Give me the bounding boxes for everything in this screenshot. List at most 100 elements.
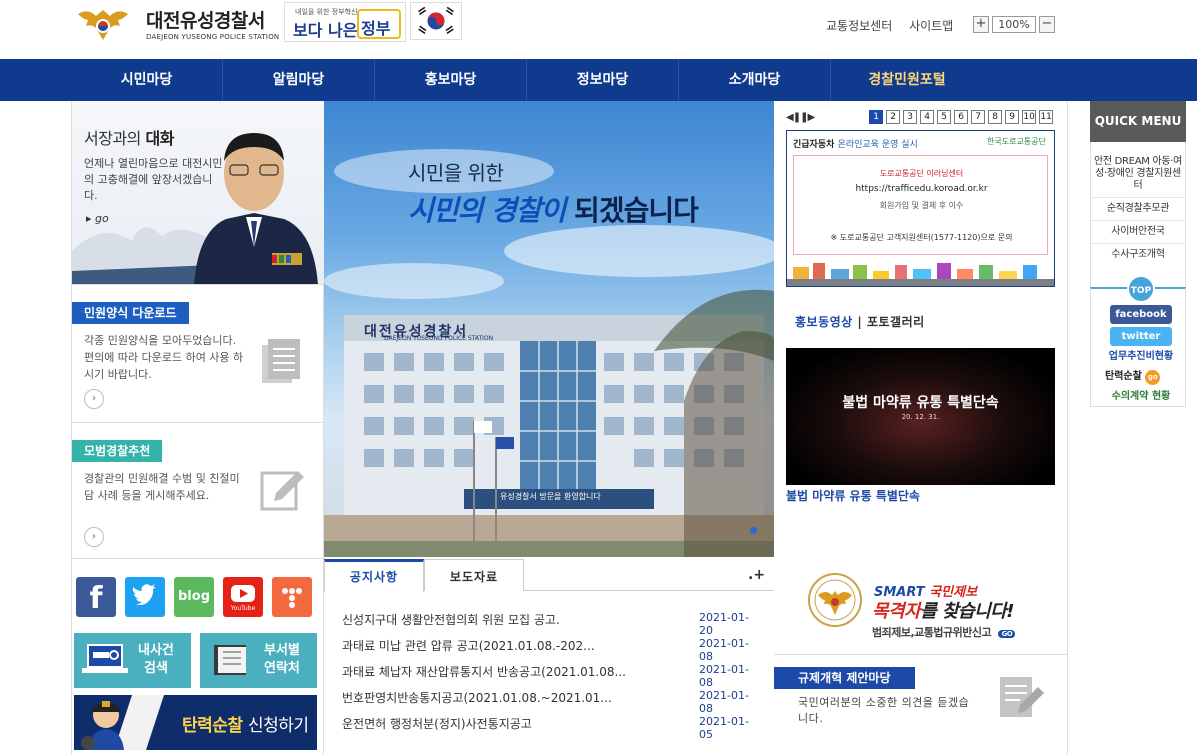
pager-page-7[interactable]: 7 (971, 110, 986, 124)
nav-police-portal[interactable]: 경찰민원포털 (831, 59, 983, 101)
patrol-text-a: 탄력순찰 (182, 716, 243, 736)
nav-information[interactable]: 정보마당 (527, 59, 679, 101)
banner-line-3: 회원가입 및 결제 후 이수 (879, 201, 964, 210)
my-case-search-button[interactable]: 내사건 검색 (74, 633, 191, 688)
quick-item-cyber[interactable]: 사이버안전국 (1091, 221, 1185, 244)
quick-patrol-link[interactable]: 탄력순찰 go (1105, 367, 1179, 386)
facebook-icon[interactable]: f (76, 577, 116, 617)
my-case-label: 내사건 검색 (138, 642, 174, 678)
zoom-in-button[interactable]: + (973, 16, 989, 33)
notice-row[interactable]: 신성지구대 생활안전협의회 위원 모집 공고. 2021-01-20 (332, 611, 762, 637)
pager-page-3[interactable]: 3 (903, 110, 918, 124)
tab-notice[interactable]: 공지사항 (324, 559, 424, 592)
pager-controls[interactable]: ◀❚❚▶ (786, 112, 815, 123)
notice-row[interactable]: 과태료 미납 관련 압류 공고(2021.01.08.-202... 2021-0… (332, 637, 762, 663)
quick-expense-link[interactable]: 업무추진비현황 (1099, 347, 1183, 366)
hero-banner[interactable]: 대전유성경찰서 DAEJEON YUSEONG POLICE STATION 유… (324, 101, 774, 557)
notice-row[interactable]: 과태료 체납자 재산압류통지서 반송공고(2021.01.08... 2021-0… (332, 663, 762, 689)
slide-indicator[interactable] (750, 527, 757, 534)
pager-page-11[interactable]: 11 (1039, 110, 1054, 124)
gov-word: 정부 (361, 19, 391, 38)
tab-press-release[interactable]: 보도자료 (424, 559, 524, 591)
model-police-more-button[interactable]: › (84, 527, 104, 547)
notice-title[interactable]: 운전면허 행정처분(정지)사전통지공고 (342, 715, 642, 732)
sitemap-link[interactable]: 사이트맵 (909, 19, 953, 33)
gov-innovation-banner[interactable]: 내일을 위한 정부혁신 보다 나은 정부 (284, 2, 406, 42)
smart-witness-banner[interactable]: SMART 국민제보 목격자를 찾습니다! 범죄제보,교통법규위반신고 GO (774, 559, 1068, 655)
traffic-info-link[interactable]: 교통정보센터 (826, 19, 892, 33)
gov-tagline: 내일을 위한 정부혁신 (295, 8, 358, 16)
notice-title[interactable]: 과태료 미납 관련 압류 공고(2021.01.08.-202... (342, 637, 642, 654)
zoom-out-button[interactable]: − (1039, 16, 1055, 33)
media-tab-separator: | (857, 315, 863, 329)
notice-title[interactable]: 신성지구대 생활안전협의회 위원 모집 공고. (342, 611, 642, 628)
youtube-icon[interactable]: YouTube (223, 577, 263, 617)
notice-title[interactable]: 과태료 체납자 재산압류통지서 반송공고(2021.01.08... (342, 663, 642, 680)
flexible-patrol-banner[interactable]: 탄력순찰 신청하기 (74, 695, 317, 750)
site-title[interactable]: 대전유성경찰서 (146, 6, 265, 33)
dept-contact-button[interactable]: 부서별 연락처 (200, 633, 317, 688)
pager-page-10[interactable]: 10 (1022, 110, 1037, 124)
top-links: 교통정보센터 사이트맵 (826, 17, 966, 34)
forms-description: 각종 민원양식을 모아두었습니다. 편의에 따라 다운로드 하여 사용 하시기 … (84, 334, 244, 381)
korean-flag-icon[interactable] (410, 2, 462, 40)
chief-dialogue-box[interactable]: 서장과의 대화 언제나 열린마음으로 대전시민의 고충해결에 앞장서겠습니다. … (72, 101, 325, 285)
regulation-reform-box[interactable]: 규제개혁 제안마당 국민여러분의 소중한 의견을 듣겠습니다. (774, 655, 1068, 755)
forms-more-button[interactable]: › (84, 389, 104, 409)
pager-page-5[interactable]: 5 (937, 110, 952, 124)
quick-item-safe-dream[interactable]: 안전 DREAM 아동·여성·장애인 경찰지원센터 (1091, 142, 1185, 198)
notice-tabs: 공지사항 보도자료 .+ (324, 559, 774, 592)
popup-banner[interactable]: 긴급자동차 온라인교육 운영 실시 한국도로교통공단 도로교통공단 이러닝센터 … (786, 130, 1055, 287)
patrol-text: 탄력순찰 신청하기 (182, 711, 309, 736)
nav-citizen[interactable]: 시민마당 (71, 59, 223, 101)
witness-go-button[interactable]: GO (998, 630, 1016, 638)
nav-notice[interactable]: 알림마당 (223, 59, 375, 101)
quick-contract-link[interactable]: 수의계약 현황 (1099, 387, 1183, 406)
pager-page-8[interactable]: 8 (988, 110, 1003, 124)
model-police-tab[interactable]: 모범경찰추천 (72, 440, 163, 462)
chief-go-link[interactable]: ▸ go (86, 212, 109, 225)
hero-headline-1: 시민을 위한 (408, 161, 504, 185)
pager-page-6[interactable]: 6 (954, 110, 969, 124)
notice-date: 2021-01-08 (699, 663, 749, 689)
twitter-icon[interactable] (125, 577, 165, 617)
quick-item-memorial[interactable]: 순직경찰추모관 (1091, 198, 1185, 221)
tab-photo-gallery[interactable]: 포토갤러리 (867, 315, 925, 329)
quick-patrol-label: 탄력순찰 (1105, 371, 1142, 382)
witness-desc: 범죄제보,교통법규위반신고 (872, 626, 992, 639)
notice-row[interactable]: 운전면허 행정처분(정지)사전통지공고 2021-01-05 (332, 715, 762, 741)
video-date: 20. 12. 31. (901, 413, 940, 421)
quick-item-reform[interactable]: 수사구조개혁 (1091, 244, 1185, 266)
my-case-label-2: 검색 (143, 661, 168, 676)
forms-download-box[interactable]: 민원양식 다운로드 각종 민원양식을 모아두었습니다. 편의에 따라 다운로드 … (72, 285, 325, 423)
reform-tab[interactable]: 규제개혁 제안마당 (774, 667, 915, 689)
tistory-icon[interactable] (272, 577, 312, 617)
town-illustration (787, 263, 1054, 286)
quick-menu-list: 안전 DREAM 아동·여성·장애인 경찰지원센터 순직경찰추모관 사이버안전국… (1090, 142, 1186, 292)
notice-title[interactable]: 번호판영치반송통지공고(2021.01.08.~2021.01... (342, 689, 642, 706)
pager-page-4[interactable]: 4 (920, 110, 935, 124)
zoom-control: + 100% − (973, 16, 1055, 34)
chief-title: 서장과의 대화 (84, 125, 174, 149)
nav-introduction[interactable]: 소개마당 (679, 59, 831, 101)
pager-page-9[interactable]: 9 (1005, 110, 1020, 124)
police-emblem-icon[interactable] (74, 6, 132, 44)
notice-more-button[interactable]: .+ (748, 567, 765, 583)
nav-promotion[interactable]: 홍보마당 (375, 59, 527, 101)
quick-facebook-link[interactable]: facebook (1110, 305, 1172, 324)
model-police-box[interactable]: 모범경찰추천 경찰관의 민원해결 수범 및 친절미담 사례 등을 게시해주세요.… (72, 423, 325, 559)
tab-promo-video[interactable]: 홍보동영상 (795, 315, 853, 329)
promo-video-thumbnail[interactable]: 불법 마약류 유통 특별단속 20. 12. 31. (786, 348, 1055, 485)
forms-tab[interactable]: 민원양식 다운로드 (72, 302, 189, 324)
scroll-top-button[interactable]: TOP (1127, 275, 1155, 303)
banner-line-1: 도로교통공단 이러닝센터 (879, 169, 964, 178)
quick-twitter-link[interactable]: twitter (1110, 327, 1172, 346)
video-caption-link[interactable]: 불법 마약류 유통 특별단속 (786, 487, 920, 504)
pager-page-1[interactable]: 1 (869, 110, 884, 124)
banner-heading: 긴급자동차 온라인교육 운영 실시 (793, 137, 918, 150)
blog-icon[interactable]: blog (174, 577, 214, 617)
notice-date: 2021-01-05 (699, 715, 749, 741)
notice-row[interactable]: 번호판영치반송통지공고(2021.01.08.~2021.01... 2021-0… (332, 689, 762, 715)
pager-page-2[interactable]: 2 (886, 110, 901, 124)
banner-heading-b: 온라인교육 운영 실시 (837, 140, 918, 150)
